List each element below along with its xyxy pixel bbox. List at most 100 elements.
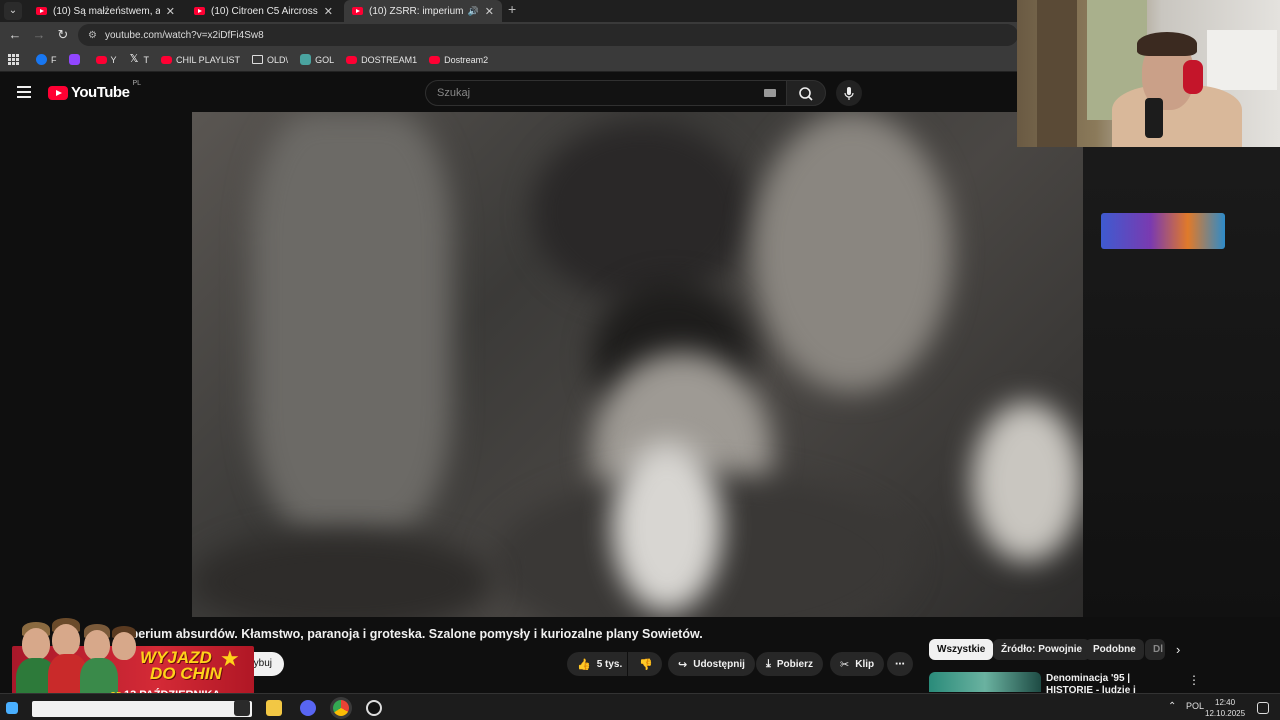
thumbs-down-icon: 👎 xyxy=(639,658,653,671)
speaker-icon[interactable]: 🔊 xyxy=(468,6,479,17)
promo-headline: WYJAZD DO CHIN xyxy=(140,649,222,683)
more-vertical-icon[interactable]: ⋮ xyxy=(1188,673,1200,687)
microphone-icon xyxy=(844,87,854,100)
reload-icon[interactable]: ↻ xyxy=(55,27,71,43)
dislike-button[interactable]: 👎 xyxy=(628,652,662,676)
chevron-up-icon[interactable]: ⌃ xyxy=(1168,701,1176,712)
windows-taskbar: ⌃ POL 12:40 12.10.2025 xyxy=(0,693,1280,720)
bookmark-gol[interactable]: GOL xyxy=(300,54,334,65)
notification-icon[interactable] xyxy=(1257,702,1269,714)
close-icon[interactable]: ✕ xyxy=(324,5,333,18)
bookmark-label: T xyxy=(143,54,150,65)
x-icon: 𝕏 xyxy=(129,53,139,65)
share-button[interactable]: ↪ Udostępnij xyxy=(668,652,755,676)
more-actions-button[interactable]: ⋯ xyxy=(887,652,913,676)
search-icon xyxy=(799,87,813,101)
video-frame-figure xyxy=(252,112,452,532)
youtube-favicon-icon xyxy=(352,7,363,15)
clock-time: 12:40 xyxy=(1215,698,1236,707)
secondary-column xyxy=(1083,112,1280,617)
chrome-icon[interactable] xyxy=(333,700,349,716)
language-indicator[interactable]: POL xyxy=(1186,701,1204,711)
start-icon[interactable] xyxy=(6,702,18,714)
tab-3-active[interactable]: (10) ZSRR: imperium absurd 🔊 ✕ xyxy=(344,0,502,22)
recommendation-thumbnail[interactable] xyxy=(929,672,1041,692)
webcam-overlay xyxy=(1017,0,1280,147)
promo-person-face xyxy=(52,624,80,656)
bookmark-chil-playlist[interactable]: CHIL PLAYLIST xyxy=(161,55,240,65)
close-icon[interactable]: ✕ xyxy=(485,5,494,18)
youtube-icon xyxy=(95,55,107,64)
bookmark-dostream1[interactable]: DOSTREAM1 xyxy=(346,55,417,65)
ad-banner[interactable] xyxy=(1101,213,1225,249)
taskbar-search-input[interactable] xyxy=(32,701,252,717)
obs-icon[interactable] xyxy=(366,700,382,716)
tab-search-button[interactable]: ⌄ xyxy=(4,2,22,20)
tab-2[interactable]: (10) Citroen C5 Aircross (2025) ✕ xyxy=(186,0,341,22)
new-tab-button[interactable]: + xyxy=(508,1,516,17)
promo-person-face xyxy=(22,628,50,660)
site-settings-icon[interactable]: ⚙ xyxy=(88,30,97,41)
apps-grid-icon[interactable] xyxy=(8,53,20,66)
chip-all[interactable]: Wszystkie xyxy=(929,639,994,660)
youtube-favicon-icon xyxy=(36,7,47,15)
youtube-icon xyxy=(429,55,441,64)
tab-1[interactable]: (10) Są małżeństwem, ale śpią o ✕ xyxy=(28,0,183,22)
clip-button[interactable]: ✂ Klip xyxy=(830,652,885,676)
share-icon: ↪ xyxy=(678,658,688,671)
bookmark-twitch[interactable] xyxy=(68,54,84,65)
address-bar[interactable]: ⚙ youtube.com/watch?v=x2iDfFi4Sw8 xyxy=(78,24,1018,46)
chip-more[interactable]: Dl xyxy=(1145,639,1165,660)
chevron-right-icon[interactable]: › xyxy=(1176,642,1180,657)
bookmark-t[interactable]: 𝕏 T xyxy=(129,53,150,65)
microphone xyxy=(1145,98,1163,138)
menu-icon[interactable] xyxy=(17,86,31,98)
headset-icon xyxy=(1183,60,1203,94)
url-text: youtube.com/watch?v=x2iDfFi4Sw8 xyxy=(104,29,264,41)
bookmark-dostream2[interactable]: Dostream2 xyxy=(429,55,488,65)
logo-text: YouTube xyxy=(71,84,130,101)
bookmark-label: Y xyxy=(110,54,117,65)
close-icon[interactable]: ✕ xyxy=(166,5,175,18)
voice-search-button[interactable] xyxy=(836,80,862,106)
video-frame-background xyxy=(972,402,1082,562)
country-code: PL xyxy=(132,80,141,87)
bookmark-facebook[interactable]: F xyxy=(36,54,57,65)
like-button[interactable]: 👍 5 tys. xyxy=(567,652,627,676)
discord-icon[interactable] xyxy=(300,700,316,716)
clock[interactable]: 12:40 12.10.2025 xyxy=(1205,697,1245,719)
promo-person-face xyxy=(112,632,136,660)
youtube-logo[interactable]: YouTube PL xyxy=(48,80,141,101)
download-button[interactable]: ⤓ Pobierz xyxy=(756,652,823,676)
forward-arrow-icon[interactable]: → xyxy=(31,27,47,43)
youtube-icon xyxy=(161,55,173,64)
search-button[interactable] xyxy=(786,80,826,106)
video-player[interactable] xyxy=(192,112,1083,617)
download-label: Pobierz xyxy=(776,658,813,670)
chip-source[interactable]: Źródło: Powojnie xyxy=(993,639,1091,660)
promo-line-2: DO CHIN xyxy=(150,664,222,683)
keyboard-icon[interactable] xyxy=(764,89,776,97)
bookmark-label: DOSTREAM1 xyxy=(361,54,418,65)
task-view-icon[interactable] xyxy=(234,700,250,716)
twitch-icon xyxy=(68,54,80,65)
tab-title: (10) ZSRR: imperium absurd xyxy=(369,5,464,17)
chip-related[interactable]: Podobne xyxy=(1085,639,1144,660)
back-arrow-icon[interactable]: ← xyxy=(7,27,23,43)
search-input[interactable]: Szukaj xyxy=(425,80,787,106)
video-frame-figure xyxy=(752,112,952,392)
thumbs-up-icon: 👍 xyxy=(577,658,591,671)
share-label: Udostępnij xyxy=(693,658,745,670)
bookmark-folder-old[interactable]: OLD\ xyxy=(252,55,288,65)
bookmark-label: Dostream2 xyxy=(444,54,489,65)
folder-icon xyxy=(252,55,264,64)
tab-title: (10) Citroen C5 Aircross (2025) xyxy=(211,5,318,17)
download-icon: ⤓ xyxy=(766,657,771,670)
person-hair xyxy=(1137,32,1197,56)
bookmark-y[interactable]: Y xyxy=(95,54,117,65)
clock-date: 12.10.2025 xyxy=(1205,709,1246,718)
youtube-favicon-icon xyxy=(194,7,205,15)
file-explorer-icon[interactable] xyxy=(266,700,282,716)
youtube-icon xyxy=(346,55,358,64)
video-frame-shirt xyxy=(612,442,722,612)
